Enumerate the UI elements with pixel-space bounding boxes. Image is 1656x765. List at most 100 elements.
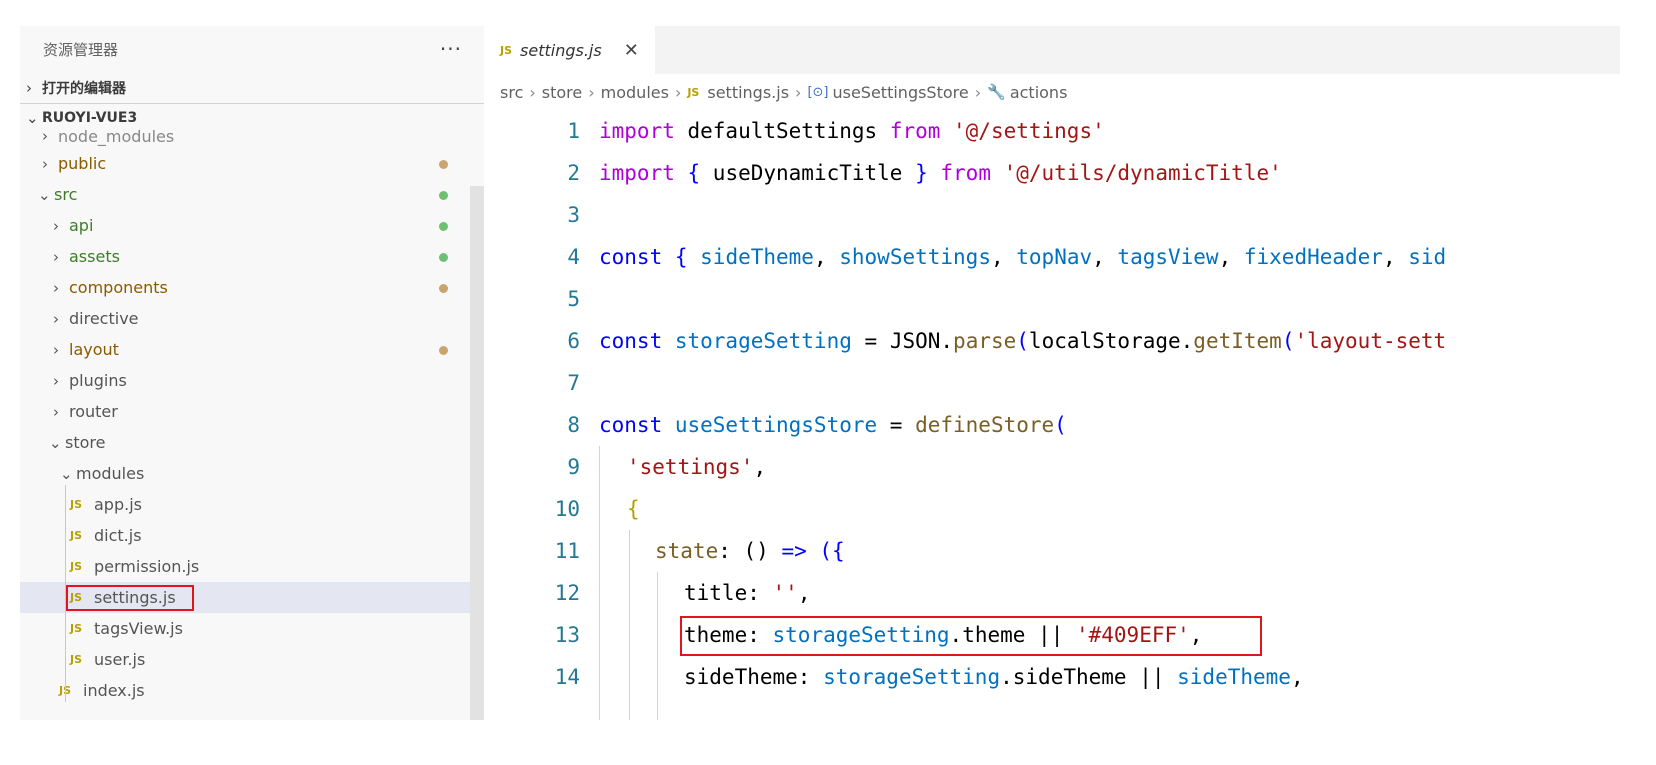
line-text: { bbox=[627, 497, 640, 521]
chevron-down-icon: ⌄ bbox=[49, 433, 62, 452]
tree-item-public[interactable]: › public bbox=[20, 148, 484, 179]
indent-guide bbox=[65, 485, 66, 702]
js-file-icon: JS bbox=[70, 622, 83, 635]
sidebar-scrollbar[interactable] bbox=[470, 186, 484, 720]
line-number: 14 bbox=[554, 665, 580, 689]
code-line[interactable]: 14 sideTheme: storageSetting.sideTheme |… bbox=[484, 656, 1620, 698]
tree-item-index-js[interactable]: JS index.js bbox=[20, 675, 484, 706]
tree-item-router[interactable]: › router bbox=[20, 396, 484, 427]
more-actions-button[interactable]: ··· bbox=[440, 37, 462, 61]
tree-item-dict-js[interactable]: JS dict.js bbox=[20, 520, 484, 551]
tree-item-store[interactable]: ⌄ store bbox=[20, 427, 484, 458]
chevron-right-icon: › bbox=[53, 371, 59, 390]
chevron-right-icon: › bbox=[588, 82, 595, 102]
tree-item-tagsview-js[interactable]: JS tagsView.js bbox=[20, 613, 484, 644]
line-text: state: () => ({ bbox=[655, 539, 845, 563]
explorer-header: 资源管理器 ··· bbox=[20, 26, 484, 72]
tree-item-src[interactable]: ⌄ src bbox=[20, 179, 484, 210]
chevron-down-icon: ⌄ bbox=[38, 185, 51, 204]
tree-item-api[interactable]: › api bbox=[20, 210, 484, 241]
breadcrumb-item[interactable]: modules bbox=[601, 83, 669, 102]
code-line[interactable]: 11 state: () => ({ bbox=[484, 530, 1620, 572]
tree-item-settings-js[interactable]: JS settings.js bbox=[20, 582, 484, 613]
tree-item-app-js[interactable]: JS app.js bbox=[20, 489, 484, 520]
chevron-right-icon: › bbox=[53, 216, 59, 235]
explorer-sidebar: 资源管理器 ··· › 打开的编辑器 ⌄ RUOYI-VUE3 › node_m… bbox=[20, 26, 484, 720]
tree-item-label: api bbox=[69, 216, 94, 235]
js-file-icon: JS bbox=[70, 498, 83, 511]
line-text: import defaultSettings from '@/settings' bbox=[599, 119, 1105, 143]
chevron-right-icon: › bbox=[529, 82, 536, 102]
line-text: const storageSetting = JSON.parse(localS… bbox=[599, 329, 1447, 353]
tree-item-directive[interactable]: › directive bbox=[20, 303, 484, 334]
chevron-right-icon: › bbox=[53, 402, 59, 421]
close-icon[interactable]: ✕ bbox=[624, 40, 639, 61]
code-line[interactable]: 12 title: '', bbox=[484, 572, 1620, 614]
breadcrumb-item[interactable]: actions bbox=[1010, 83, 1068, 102]
tree-item-permission-js[interactable]: JS permission.js bbox=[20, 551, 484, 582]
code-line[interactable]: 10 { bbox=[484, 488, 1620, 530]
chevron-right-icon: › bbox=[53, 278, 59, 297]
line-text: import { useDynamicTitle } from '@/utils… bbox=[599, 161, 1282, 185]
tree-item-user-js[interactable]: JS user.js bbox=[20, 644, 484, 675]
js-file-icon: JS bbox=[70, 529, 83, 542]
untracked-dot bbox=[439, 253, 448, 262]
js-file-icon: JS bbox=[70, 653, 83, 666]
open-editors-section[interactable]: › 打开的编辑器 bbox=[20, 72, 484, 104]
line-text: sideTheme: storageSetting.sideTheme || s… bbox=[684, 665, 1304, 689]
chevron-right-icon: › bbox=[42, 127, 48, 145]
line-number: 9 bbox=[567, 455, 580, 479]
breadcrumb-item[interactable]: useSettingsStore bbox=[832, 83, 968, 102]
highlight-box bbox=[680, 616, 1262, 656]
untracked-dot bbox=[439, 191, 448, 200]
breadcrumb-item[interactable]: store bbox=[542, 83, 582, 102]
code-line[interactable]: 9 'settings', bbox=[484, 446, 1620, 488]
chevron-right-icon: › bbox=[974, 82, 982, 102]
modified-dot bbox=[439, 346, 448, 355]
code-line-highlighted[interactable]: 13 theme: storageSetting.theme || '#409E… bbox=[484, 614, 1620, 656]
code-line[interactable]: 2 import { useDynamicTitle } from '@/uti… bbox=[484, 152, 1620, 194]
tab-settings-js[interactable]: JS settings.js ✕ bbox=[484, 26, 655, 74]
js-file-icon: JS bbox=[59, 684, 83, 697]
symbol-variable-icon: [⊙] bbox=[807, 84, 829, 100]
line-number: 11 bbox=[554, 539, 580, 563]
tree-item-label: components bbox=[69, 278, 168, 297]
tree-item-layout[interactable]: › layout bbox=[20, 334, 484, 365]
line-text: title: '', bbox=[684, 581, 811, 605]
chevron-right-icon: › bbox=[53, 309, 59, 328]
line-number: 4 bbox=[567, 245, 580, 269]
untracked-dot bbox=[439, 222, 448, 231]
code-line[interactable]: 6 const storageSetting = JSON.parse(loca… bbox=[484, 320, 1620, 362]
chevron-right-icon: › bbox=[53, 247, 59, 266]
chevron-right-icon: › bbox=[53, 340, 59, 359]
line-text: const { sideTheme, showSettings, topNav,… bbox=[599, 245, 1447, 269]
line-number: 2 bbox=[567, 161, 580, 185]
js-file-icon: JS bbox=[70, 560, 83, 573]
code-line[interactable]: 4 const { sideTheme, showSettings, topNa… bbox=[484, 236, 1620, 278]
wrench-icon: 🔧 bbox=[987, 83, 1006, 101]
tree-item-label: public bbox=[58, 154, 107, 173]
code-line[interactable]: 7 bbox=[484, 362, 1620, 404]
open-editors-label: 打开的编辑器 bbox=[42, 80, 126, 97]
line-number: 5 bbox=[567, 287, 580, 311]
code-line[interactable]: 5 bbox=[484, 278, 1620, 320]
code-line[interactable]: 8 const useSettingsStore = defineStore( bbox=[484, 404, 1620, 446]
tree-item-label: plugins bbox=[69, 371, 127, 390]
code-line[interactable]: 1 import defaultSettings from '@/setting… bbox=[484, 110, 1620, 152]
tree-item-modules[interactable]: ⌄ modules bbox=[20, 458, 484, 489]
tree-item-components[interactable]: › components bbox=[20, 272, 484, 303]
js-file-icon: JS bbox=[687, 85, 700, 99]
code-editor[interactable]: 1 import defaultSettings from '@/setting… bbox=[484, 110, 1620, 720]
tree-item-assets[interactable]: › assets bbox=[20, 241, 484, 272]
breadcrumb-item[interactable]: src bbox=[500, 83, 523, 102]
breadcrumb-item[interactable]: settings.js bbox=[707, 83, 789, 102]
tree-item-label: user.js bbox=[94, 650, 146, 669]
line-number: 3 bbox=[567, 203, 580, 227]
tree-item-node-modules[interactable]: › node_modules bbox=[20, 124, 484, 148]
tree-item-plugins[interactable]: › plugins bbox=[20, 365, 484, 396]
tree-item-label: src bbox=[54, 185, 78, 204]
tree-item-label: node_modules bbox=[58, 126, 175, 146]
code-line[interactable]: 3 bbox=[484, 194, 1620, 236]
tree-item-label: router bbox=[69, 402, 118, 421]
modified-dot bbox=[439, 160, 448, 169]
